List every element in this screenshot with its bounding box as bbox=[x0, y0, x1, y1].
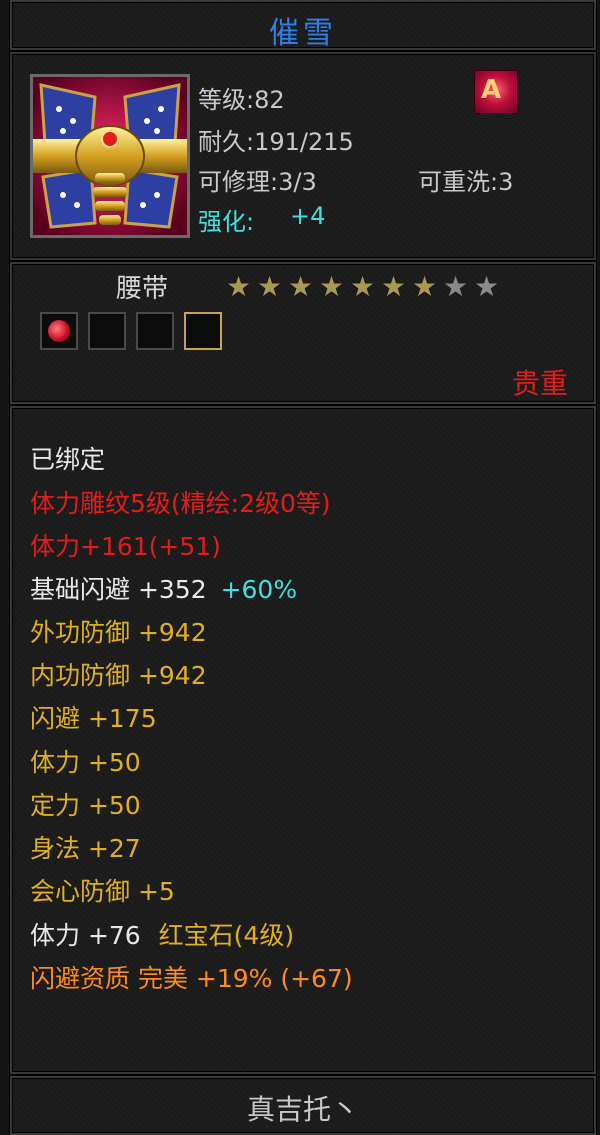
agility-line: 身法 +27 bbox=[30, 834, 141, 863]
gem-stat-line: 体力 +76 红宝石(4级) bbox=[30, 916, 294, 952]
stamina-total-line: 体力+161(+51) bbox=[30, 532, 221, 561]
gem-name: 红宝石(4级) bbox=[158, 921, 295, 950]
dodge-line: 闪避 +175 bbox=[30, 704, 157, 733]
star-icon: ★ bbox=[380, 270, 407, 303]
star-icon: ★ bbox=[287, 270, 314, 303]
owner-bar: 真吉托丶 bbox=[10, 1076, 596, 1135]
item-durability: 耐久:191/215 bbox=[198, 128, 354, 156]
item-title-bar: 催雪 bbox=[10, 0, 596, 51]
star-empty-icon: ★ bbox=[473, 270, 500, 303]
item-level: 等级:82 bbox=[198, 86, 285, 114]
item-rewash-count: 可重洗:3 bbox=[418, 168, 514, 196]
owner-name: 真吉托丶 bbox=[246, 1093, 359, 1126]
item-type: 腰带 bbox=[116, 274, 169, 304]
rarity-label: 贵重 bbox=[511, 367, 568, 400]
gem-stat-text: 体力 +76 bbox=[30, 921, 141, 950]
item-info-panel: 等级:82 耐久:191/215 可修理:3/3 可重洗:3 强化: +4 A bbox=[10, 52, 596, 260]
int-def-line: 内功防御 +942 bbox=[30, 661, 207, 690]
star-empty-icon: ★ bbox=[442, 270, 469, 303]
star-icon: ★ bbox=[256, 270, 283, 303]
item-repair-count: 可修理:3/3 bbox=[198, 168, 317, 196]
focus-line: 定力 +50 bbox=[30, 791, 141, 820]
item-slot-panel: 腰带 ★ ★ ★ ★ ★ ★ ★ ★ ★ 贵重 bbox=[10, 262, 596, 404]
quality-line: 闪避资质 完美 +19% (+67) bbox=[30, 964, 353, 993]
base-dodge-bonus: +60% bbox=[220, 575, 298, 604]
star-icon: ★ bbox=[411, 270, 438, 303]
item-name: 催雪 bbox=[269, 16, 337, 51]
gem-slot-4[interactable] bbox=[184, 312, 222, 350]
belt-icon bbox=[33, 77, 187, 235]
star-rating: ★ ★ ★ ★ ★ ★ ★ ★ ★ bbox=[224, 272, 501, 302]
star-icon: ★ bbox=[349, 270, 376, 303]
gem-slot-1[interactable] bbox=[40, 312, 78, 350]
stamina-line: 体力 +50 bbox=[30, 748, 141, 777]
grade-badge-icon: A bbox=[474, 70, 518, 114]
enhance-label: 强化: bbox=[198, 208, 255, 236]
star-icon: ★ bbox=[318, 270, 345, 303]
red-gem-icon bbox=[48, 320, 70, 342]
engrave-line: 体力雕纹5级(精绘:2级0等) bbox=[30, 489, 331, 518]
grade-badge-letter: A bbox=[481, 75, 502, 105]
ext-def-line: 外功防御 +942 bbox=[30, 618, 207, 647]
base-dodge-text: 基础闪避 +352 bbox=[30, 575, 207, 604]
enhance-value: +4 bbox=[290, 202, 326, 230]
base-dodge-line: 基础闪避 +352 +60% bbox=[30, 570, 297, 606]
belt-item-icon[interactable] bbox=[30, 74, 190, 238]
star-icon: ★ bbox=[225, 270, 252, 303]
bound-status: 已绑定 bbox=[30, 445, 106, 474]
attribute-panel: 已绑定 体力雕纹5级(精绘:2级0等) 体力+161(+51) 基础闪避 +35… bbox=[10, 406, 596, 1074]
gem-slot-2[interactable] bbox=[88, 312, 126, 350]
gem-slot-3[interactable] bbox=[136, 312, 174, 350]
crit-def-line: 会心防御 +5 bbox=[30, 877, 175, 906]
